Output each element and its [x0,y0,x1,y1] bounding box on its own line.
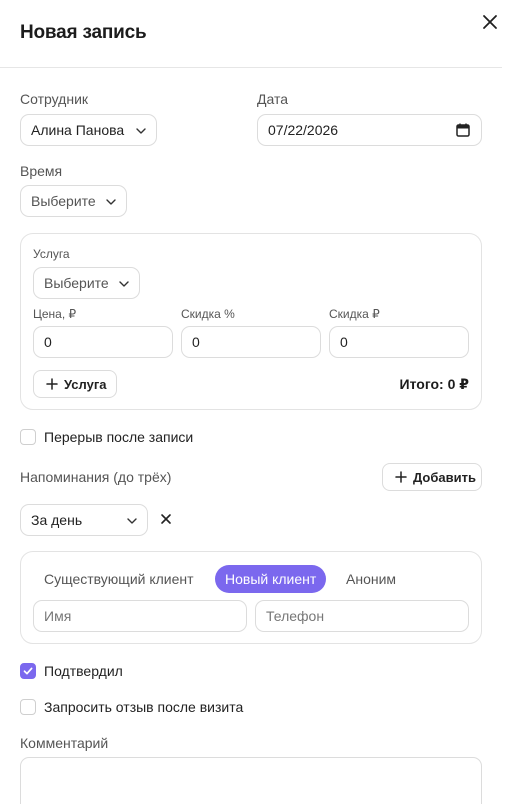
service-label: Услуга [33,247,70,261]
calendar-icon[interactable] [456,123,470,137]
reminder-select[interactable]: За день [20,504,148,536]
tab-anonymous[interactable]: Аноним [336,565,406,593]
chevron-down-icon [136,128,146,134]
client-phone-placeholder: Телефон [266,608,325,624]
tab-new-client[interactable]: Новый клиент [215,565,327,593]
date-input[interactable]: 07/22/2026 [257,114,482,146]
chevron-down-icon [119,281,129,287]
chevron-down-icon [127,518,137,524]
employee-select[interactable]: Алина Панова [20,114,157,146]
client-name-input[interactable]: Имя [33,600,247,632]
service-card: Услуга Выберите Цена, ₽ 0 Скидка % 0 Ски… [20,233,482,410]
add-reminder-label: Добавить [413,469,476,485]
discount-percent-label: Скидка % [181,307,235,321]
service-value: Выберите [44,275,109,291]
plus-icon [46,378,58,390]
new-appointment-dialog: Новая запись Сотрудник Алина Панова Дата… [0,0,512,804]
client-phone-input[interactable]: Телефон [255,600,469,632]
add-reminder-button[interactable]: Добавить [382,463,482,491]
comment-textarea[interactable] [20,757,482,804]
comment-label: Комментарий [20,735,109,751]
service-select[interactable]: Выберите [33,267,140,299]
price-label: Цена, ₽ [33,307,77,321]
time-value: Выберите [31,193,96,209]
employee-label: Сотрудник [20,91,89,107]
add-service-label: Услуга [64,376,107,392]
break-after-label: Перерыв после записи [44,429,194,445]
discount-rub-value: 0 [340,334,348,350]
service-total: Итого: 0 ₽ [399,376,469,392]
date-value: 07/22/2026 [268,122,339,138]
client-card: Существующий клиент Новый клиент Аноним … [20,551,482,644]
confirmed-checkbox[interactable] [20,663,36,679]
discount-percent-input[interactable]: 0 [181,326,321,358]
client-name-placeholder: Имя [44,608,72,624]
add-service-button[interactable]: Услуга [33,370,117,398]
time-label: Время [20,163,63,179]
price-input[interactable]: 0 [33,326,173,358]
reminder-value: За день [31,512,83,528]
employee-value: Алина Панова [31,122,125,138]
price-value: 0 [44,334,52,350]
chevron-down-icon [106,199,116,205]
remove-reminder-icon[interactable] [160,513,172,525]
discount-rub-input[interactable]: 0 [329,326,469,358]
request-review-label: Запросить отзыв после визита [44,699,244,715]
dialog-title: Новая запись [20,22,147,43]
request-review-checkbox[interactable] [20,699,36,715]
close-icon[interactable] [480,12,500,32]
time-select[interactable]: Выберите [20,185,127,217]
break-after-checkbox[interactable] [20,429,36,445]
dialog-header: Новая запись [0,0,502,68]
tab-existing-client[interactable]: Существующий клиент [34,565,204,593]
plus-icon [395,471,407,483]
confirmed-label: Подтвердил [44,663,123,679]
checkmark-icon [23,667,33,675]
discount-percent-value: 0 [192,334,200,350]
date-label: Дата [257,91,289,107]
reminders-label: Напоминания (до трёх) [20,469,172,485]
discount-rub-label: Скидка ₽ [329,307,380,321]
